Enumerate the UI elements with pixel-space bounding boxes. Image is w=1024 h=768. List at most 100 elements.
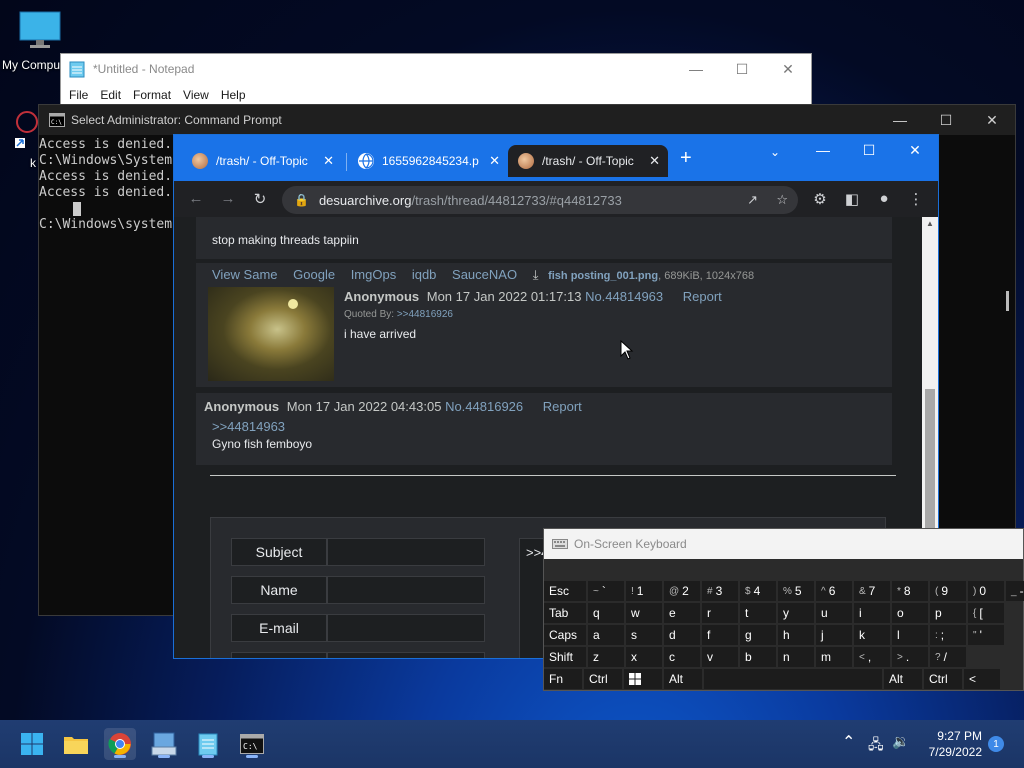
osk-key[interactable]: v (702, 647, 738, 667)
osk-key[interactable]: Ctrl (924, 669, 962, 689)
osk-key[interactable]: i (854, 603, 890, 623)
close-button[interactable]: ✕ (892, 135, 938, 165)
osk-key[interactable]: z (588, 647, 624, 667)
tray-overflow-chevron-icon[interactable]: ⌃ (842, 732, 855, 752)
osk-key[interactable]: n (778, 647, 814, 667)
osk-key[interactable]: Alt (884, 669, 922, 689)
on-screen-keyboard-window[interactable]: On-Screen Keyboard Esc ~ `! 1 @2 #3 $4% 5 ^ 6 & 7 * 8… (543, 528, 1024, 691)
osk-key[interactable]: ! 1 (626, 581, 662, 601)
osk-key[interactable]: < (964, 669, 1000, 689)
osk-key[interactable]: ? / (930, 647, 966, 667)
reload-icon[interactable]: ↻ (250, 190, 270, 208)
download-icon[interactable]: ⤓ (533, 267, 539, 282)
osk-key[interactable]: h (778, 625, 814, 645)
post-image-thumbnail[interactable] (208, 287, 334, 381)
osk-key[interactable]: ) 0 (968, 581, 1004, 601)
osk-key[interactable]: b (740, 647, 776, 667)
maximize-button[interactable]: ☐ (719, 54, 765, 84)
osk-key[interactable]: $4 (740, 581, 776, 601)
osk-key[interactable]: g (740, 625, 776, 645)
menu-format[interactable]: Format (127, 88, 177, 102)
notification-badge[interactable]: 1 (988, 736, 1004, 752)
osk-key[interactable]: & 7 (854, 581, 890, 601)
menu-view[interactable]: View (177, 88, 215, 102)
notepad-titlebar[interactable]: *Untitled - Notepad — ☐ ✕ (61, 54, 811, 84)
osk-key[interactable]: p (930, 603, 966, 623)
minimize-button[interactable]: — (673, 54, 719, 84)
osk-key[interactable]: d (664, 625, 700, 645)
tab-close-icon[interactable]: ✕ (489, 153, 500, 169)
post-number[interactable]: No.44816926 (445, 399, 523, 414)
taskbar-chrome[interactable] (104, 728, 136, 760)
osk-key[interactable]: w (626, 603, 662, 623)
tab-trash-active[interactable]: /trash/ - Off-Topic ✕ (508, 145, 668, 177)
back-icon[interactable]: ← (186, 190, 206, 207)
minimize-button[interactable]: — (877, 105, 923, 135)
osk-key[interactable]: r (702, 603, 738, 623)
osk-key[interactable]: k (854, 625, 890, 645)
osk-key[interactable]: Caps (544, 625, 586, 645)
tab-trash-1[interactable]: /trash/ - Off-Topic ✕ (182, 145, 342, 177)
start-button[interactable] (16, 728, 48, 760)
osk-key[interactable]: a (588, 625, 624, 645)
menu-edit[interactable]: Edit (94, 88, 127, 102)
link-imgops[interactable]: ImgOps (351, 267, 397, 282)
link-view-same[interactable]: View Same (212, 267, 278, 282)
side-panel-icon[interactable]: ◧ (842, 190, 862, 208)
cmd-scrollbar[interactable] (1006, 291, 1009, 311)
close-button[interactable]: ✕ (765, 54, 811, 84)
cmd-titlebar[interactable]: C:\ Select Administrator: Command Prompt… (39, 105, 1015, 135)
scroll-up-arrow-icon[interactable]: ▲ (926, 219, 934, 228)
post-number[interactable]: No.44814963 (585, 289, 663, 304)
osk-key[interactable]: Shift (544, 647, 586, 667)
osk-key[interactable]: <, (854, 647, 890, 667)
minimize-button[interactable]: — (800, 135, 846, 165)
quoted-by-link[interactable]: >>44816926 (397, 309, 453, 320)
report-link[interactable]: Report (543, 399, 582, 414)
osk-key[interactable]: :; (930, 625, 966, 645)
profile-icon[interactable]: ● (874, 190, 894, 207)
osk-key[interactable]: q (588, 603, 624, 623)
osk-key[interactable] (624, 669, 662, 689)
osk-key[interactable]: j (816, 625, 852, 645)
osk-key[interactable]: y (778, 603, 814, 623)
address-bar[interactable]: 🔒 desuarchive.org /trash/thread/44812733… (282, 186, 798, 214)
taskbar-cmd[interactable]: C:\ (236, 728, 268, 760)
email-input[interactable] (327, 614, 485, 642)
osk-key[interactable]: _ - (1006, 581, 1024, 601)
menu-kebab-icon[interactable]: ⋮ (906, 190, 926, 208)
osk-key[interactable]: u (816, 603, 852, 623)
osk-key[interactable]: Alt (664, 669, 702, 689)
scrollbar-thumb[interactable] (925, 389, 935, 529)
report-link[interactable]: Report (683, 289, 722, 304)
maximize-button[interactable]: ☐ (846, 135, 892, 165)
osk-key[interactable]: @2 (664, 581, 700, 601)
osk-key[interactable]: x (626, 647, 662, 667)
tab-close-icon[interactable]: ✕ (323, 153, 334, 169)
osk-key[interactable]: (9 (930, 581, 966, 601)
volume-icon[interactable]: 🔉 (892, 733, 909, 750)
osk-key[interactable]: >. (892, 647, 928, 667)
link-saucenao[interactable]: SauceNAO (452, 267, 517, 282)
osk-key[interactable]: #3 (702, 581, 738, 601)
subject-input[interactable] (327, 538, 485, 566)
osk-key[interactable]: * 8 (892, 581, 928, 601)
osk-key[interactable] (704, 669, 882, 689)
osk-key[interactable]: ^ 6 (816, 581, 852, 601)
tab-close-icon[interactable]: ✕ (649, 153, 660, 169)
osk-key[interactable]: Ctrl (584, 669, 622, 689)
osk-key[interactable]: Fn (544, 669, 582, 689)
osk-key[interactable]: o (892, 603, 928, 623)
quote-link[interactable]: >>44814963 (212, 419, 285, 434)
osk-key[interactable]: m (816, 647, 852, 667)
menu-file[interactable]: File (63, 88, 94, 102)
maximize-button[interactable]: ☐ (923, 105, 969, 135)
bookmark-star-icon[interactable]: ☆ (776, 192, 788, 208)
menu-help[interactable]: Help (215, 88, 252, 102)
desktop-icon-my-computer[interactable]: My Compu (2, 10, 72, 72)
name-input[interactable] (327, 576, 485, 604)
osk-key[interactable]: Esc (544, 581, 586, 601)
osk-key[interactable]: l (892, 625, 928, 645)
new-tab-button[interactable]: + (680, 147, 692, 170)
cmd-output[interactable]: Access is denied. C:\Windows\System Acce… (39, 137, 172, 233)
